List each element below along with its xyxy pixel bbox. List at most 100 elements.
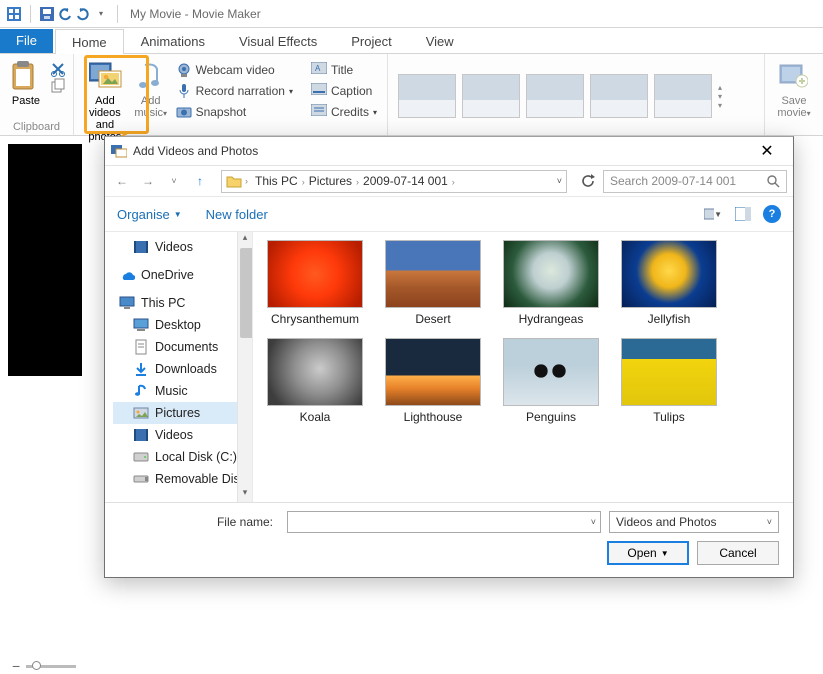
save-movie-button[interactable]: Save movie▾ (771, 57, 817, 120)
tree-item-music[interactable]: Music (113, 380, 252, 402)
file-item-hydrangeas[interactable]: Hydrangeas (501, 240, 601, 326)
chevron-down-icon[interactable]: ˅ (767, 517, 772, 527)
title-button[interactable]: ATitle (307, 60, 381, 80)
scroll-down-icon[interactable]: ▾ (238, 487, 252, 502)
music-note-icon (135, 61, 167, 93)
credits-button[interactable]: Credits▾ (307, 102, 381, 122)
search-input[interactable]: Search 2009-07-14 001 (603, 170, 787, 193)
gallery-more-icon[interactable]: ▾ (718, 101, 722, 110)
cut-icon[interactable] (50, 61, 66, 77)
snapshot-button[interactable]: Snapshot (172, 102, 297, 122)
recent-dropdown[interactable]: ˅ (163, 170, 185, 192)
tab-view[interactable]: View (409, 28, 471, 53)
file-thumbnail (385, 240, 481, 308)
filename-input[interactable]: ˅ (287, 511, 601, 533)
credits-icon (311, 104, 327, 120)
view-options-button[interactable]: ▼ (703, 204, 723, 224)
folder-tree[interactable]: Videos OneDrive This PCDesktopDocuments Dow… (105, 232, 253, 502)
breadcrumb-item[interactable]: 2009-07-14 001 (359, 173, 452, 189)
chevron-right-icon[interactable]: › (452, 177, 455, 187)
tree-item-label: Pictures (155, 406, 200, 420)
redo-icon[interactable] (75, 6, 91, 22)
file-thumbnail (621, 240, 717, 308)
tree-item-onedrive[interactable]: OneDrive (113, 264, 252, 286)
theme-thumb[interactable] (590, 74, 648, 118)
tree-item-pictures[interactable]: Pictures (113, 402, 252, 424)
gallery-up-icon[interactable]: ▴ (718, 83, 722, 92)
film-icon (133, 239, 149, 255)
tab-home[interactable]: Home (55, 29, 124, 54)
tab-project[interactable]: Project (334, 28, 408, 53)
zoom-out-icon[interactable]: − (12, 658, 20, 674)
tree-item-removable-disk[interactable]: Removable Disk (113, 468, 252, 490)
tree-item-documents[interactable]: Documents (113, 336, 252, 358)
tree-item-this-pc[interactable]: This PC (113, 292, 252, 314)
add-music-button[interactable]: Add music▾ (134, 57, 168, 120)
refresh-button[interactable] (577, 170, 599, 192)
file-item-chrysanthemum[interactable]: Chrysanthemum (265, 240, 365, 326)
organise-button[interactable]: Organise ▼ (117, 207, 182, 222)
breadcrumb-item[interactable]: Pictures (305, 173, 356, 189)
file-list[interactable]: Chrysanthemum Desert HydrangeasJellyfish Ko… (253, 232, 793, 502)
undo-icon[interactable] (57, 6, 73, 22)
zoom-slider[interactable]: − (12, 658, 76, 674)
cancel-button[interactable]: Cancel (697, 541, 779, 565)
tree-item-label: Downloads (155, 362, 217, 376)
file-label: Desert (383, 312, 483, 326)
tree-item-videos[interactable]: Videos (113, 236, 252, 258)
scroll-up-icon[interactable]: ▴ (238, 232, 252, 247)
file-item-koala[interactable]: Koala (265, 338, 365, 424)
tab-visual-effects[interactable]: Visual Effects (222, 28, 334, 53)
dialog-toolbar: Organise ▼ New folder ▼ ? (105, 197, 793, 231)
chevron-down-icon[interactable]: ˅ (591, 517, 596, 527)
theme-thumb[interactable] (398, 74, 456, 118)
breadcrumb-item[interactable]: This PC (251, 173, 302, 189)
file-item-tulips[interactable]: Tulips (619, 338, 719, 424)
new-folder-button[interactable]: New folder (206, 207, 268, 222)
open-button[interactable]: Open▼ (607, 541, 689, 565)
file-label: Chrysanthemum (265, 312, 365, 326)
qat-dropdown-icon[interactable]: ▾ (93, 6, 109, 22)
theme-gallery[interactable]: ▴ ▾ ▾ (394, 57, 758, 135)
file-tab[interactable]: File (0, 29, 53, 53)
scroll-thumb[interactable] (240, 248, 253, 338)
download-icon (133, 361, 149, 377)
add-videos-photos-button[interactable]: Add videos and photos (80, 57, 130, 143)
file-item-jellyfish[interactable]: Jellyfish (619, 240, 719, 326)
tree-scrollbar[interactable]: ▴ ▾ (237, 232, 252, 502)
paste-button[interactable]: Paste (6, 57, 46, 107)
desktop-icon (133, 317, 149, 333)
webcam-video-button[interactable]: Webcam video (172, 60, 297, 80)
close-button[interactable]: ✕ (747, 141, 787, 161)
tree-item-videos[interactable]: Videos (113, 424, 252, 446)
theme-thumb[interactable] (526, 74, 584, 118)
tab-animations[interactable]: Animations (124, 28, 222, 53)
file-item-desert[interactable]: Desert (383, 240, 483, 326)
file-item-lighthouse[interactable]: Lighthouse (383, 338, 483, 424)
back-button[interactable]: ← (111, 170, 133, 192)
window-titlebar: ▾ My Movie - Movie Maker (0, 0, 823, 28)
tree-item-local-disk-c-[interactable]: Local Disk (C:) (113, 446, 252, 468)
caption-button[interactable]: Caption (307, 81, 381, 101)
theme-thumb[interactable] (462, 74, 520, 118)
tree-item-downloads[interactable]: Downloads (113, 358, 252, 380)
file-item-penguins[interactable]: Penguins (501, 338, 601, 424)
save-icon[interactable] (39, 6, 55, 22)
tree-item-desktop[interactable]: Desktop (113, 314, 252, 336)
dialog-icon (111, 143, 127, 159)
address-dropdown-icon[interactable]: ˅ (557, 176, 562, 186)
window-title: My Movie - Movie Maker (130, 7, 261, 21)
tree-item-label: OneDrive (141, 268, 194, 282)
slider-knob[interactable] (32, 661, 41, 670)
preview-pane-button[interactable] (733, 204, 753, 224)
dialog-nav: ← → ˅ ↑ › This PC›Pictures›2009-07-14 00… (105, 166, 793, 197)
theme-thumb[interactable] (654, 74, 712, 118)
copy-icon[interactable] (50, 78, 66, 94)
gallery-down-icon[interactable]: ▾ (718, 92, 722, 101)
help-button[interactable]: ? (763, 205, 781, 223)
address-bar[interactable]: › This PC›Pictures›2009-07-14 001› ˅ (221, 170, 567, 193)
file-type-filter[interactable]: Videos and Photos˅ (609, 511, 779, 533)
up-button[interactable]: ↑ (189, 170, 211, 192)
record-narration-button[interactable]: Record narration▾ (172, 81, 297, 101)
slider-track[interactable] (26, 665, 76, 668)
